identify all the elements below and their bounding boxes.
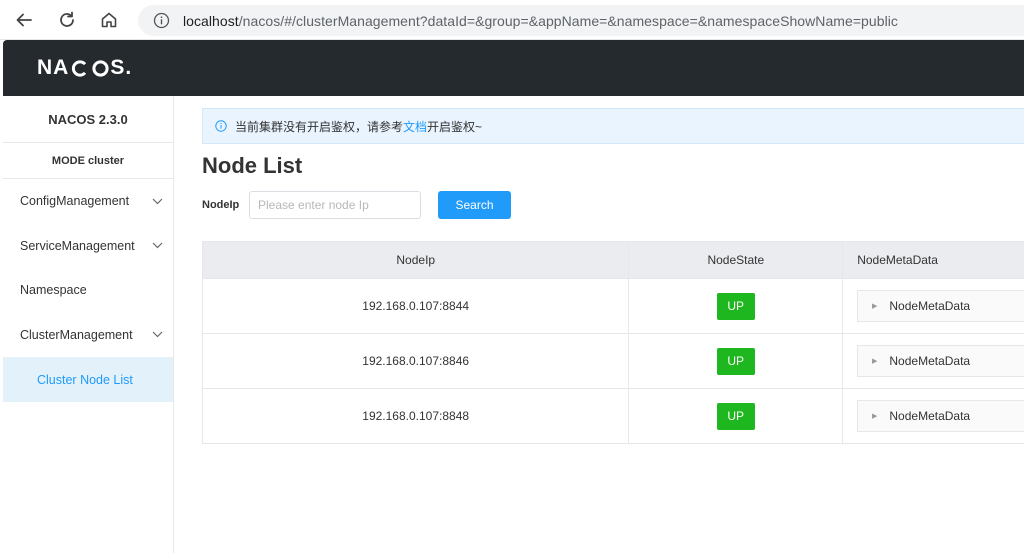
column-header-node-metadata: NodeMetaData [857, 253, 938, 267]
auth-notice: 当前集群没有开启鉴权，请参考 文档 开启鉴权~ [202, 108, 1024, 144]
doc-link[interactable]: 文档 [403, 118, 427, 135]
node-ip-cell: 192.168.0.107:8844 [203, 279, 630, 333]
url-text: localhost/nacos/#/clusterManagement?data… [183, 13, 898, 29]
logo-text-start: NA [37, 56, 70, 79]
main-content: 当前集群没有开启鉴权，请参考文档开启鉴权~ Node List NodeIp S… [174, 96, 1024, 553]
node-ip-input[interactable] [249, 191, 421, 219]
caret-right-icon: ▶ [872, 413, 878, 420]
url-host: localhost [183, 12, 239, 29]
reload-button[interactable] [55, 8, 79, 32]
table-row: 192.168.0.107:8846 UP ▶ NodeMetaData [203, 334, 1024, 389]
metadata-label: NodeMetaData [889, 299, 971, 313]
app-header: NA S . [3, 40, 1024, 96]
logo-dot: . [125, 56, 133, 79]
arrow-left-icon [16, 13, 32, 27]
home-button[interactable] [97, 8, 121, 32]
back-button[interactable] [12, 8, 36, 32]
chevron-down-icon [151, 240, 163, 252]
node-ip-label: NodeIp [202, 199, 240, 211]
browser-toolbar: localhost/nacos/#/clusterManagement?data… [0, 0, 1024, 40]
column-header-node-ip: NodeIp [203, 242, 630, 278]
node-ip-cell: 192.168.0.107:8846 [203, 334, 630, 388]
notice-text: 当前集群没有开启鉴权，请参考 [235, 119, 404, 134]
metadata-expander[interactable]: ▶ NodeMetaData [857, 400, 1024, 432]
sidebar-item-config-management[interactable]: ConfigManagement [3, 179, 173, 224]
logo-o-icon [92, 59, 109, 77]
sidebar-item-namespace[interactable]: Namespace [3, 268, 173, 313]
node-state-cell: UP [629, 334, 843, 388]
node-table: NodeIp NodeState NodeMetaData 192.168.0.… [202, 241, 1024, 444]
node-metadata-cell: ▶ NodeMetaData [843, 389, 1024, 443]
sidebar-item-cluster-node-list[interactable]: Cluster Node List [3, 357, 173, 402]
sidebar-item-label: Namespace [20, 283, 87, 298]
nacos-version: NACOS 2.3.0 [3, 96, 173, 143]
chevron-down-icon [151, 195, 163, 207]
metadata-label: NodeMetaData [889, 409, 971, 423]
chevron-down-icon [151, 329, 163, 341]
caret-right-icon: ▶ [872, 303, 878, 310]
status-badge: UP [716, 347, 755, 375]
logo-c-icon [72, 59, 87, 77]
logo-text-end: S [110, 56, 126, 79]
sidebar: NACOS 2.3.0 MODE cluster ConfigManagemen… [3, 96, 174, 553]
node-metadata-cell: ▶ NodeMetaData [843, 279, 1024, 333]
reload-icon [60, 11, 74, 27]
address-bar[interactable]: localhost/nacos/#/clusterManagement?data… [138, 5, 1024, 36]
node-state-cell: UP [629, 279, 843, 333]
sidebar-item-label: ClusterManagement [20, 327, 133, 342]
info-icon[interactable] [152, 12, 170, 30]
table-header: NodeIp NodeState NodeMetaData [203, 242, 1024, 279]
caret-right-icon: ▶ [872, 358, 878, 365]
node-ip-cell: 192.168.0.107:8848 [203, 389, 630, 443]
home-icon [101, 12, 117, 28]
cluster-mode: MODE cluster [3, 143, 173, 179]
status-badge: UP [716, 292, 755, 320]
sidebar-item-cluster-management[interactable]: ClusterManagement [3, 313, 173, 358]
notice-text-end: 开启鉴权~ [427, 119, 483, 134]
sidebar-item-label: ServiceManagement [20, 238, 135, 253]
node-state-cell: UP [629, 389, 843, 443]
sidebar-item-label: ConfigManagement [20, 194, 130, 209]
sidebar-item-service-management[interactable]: ServiceManagement [3, 224, 173, 269]
info-circle-icon [215, 120, 227, 132]
table-row: 192.168.0.107:8848 UP ▶ NodeMetaData [203, 389, 1024, 444]
node-metadata-cell: ▶ NodeMetaData [843, 334, 1024, 388]
column-header-node-state: NodeState [629, 242, 844, 278]
search-button[interactable]: Search [438, 191, 511, 219]
url-path: /nacos/#/clusterManagement?dataId=&group… [238, 12, 898, 29]
status-badge: UP [716, 402, 755, 430]
table-row: 192.168.0.107:8844 UP ▶ NodeMetaData [203, 279, 1024, 334]
nacos-logo[interactable]: NA S . [37, 56, 132, 80]
page-title: Node List [202, 153, 303, 178]
metadata-expander[interactable]: ▶ NodeMetaData [857, 290, 1024, 322]
metadata-expander[interactable]: ▶ NodeMetaData [857, 345, 1024, 377]
metadata-label: NodeMetaData [889, 354, 971, 368]
